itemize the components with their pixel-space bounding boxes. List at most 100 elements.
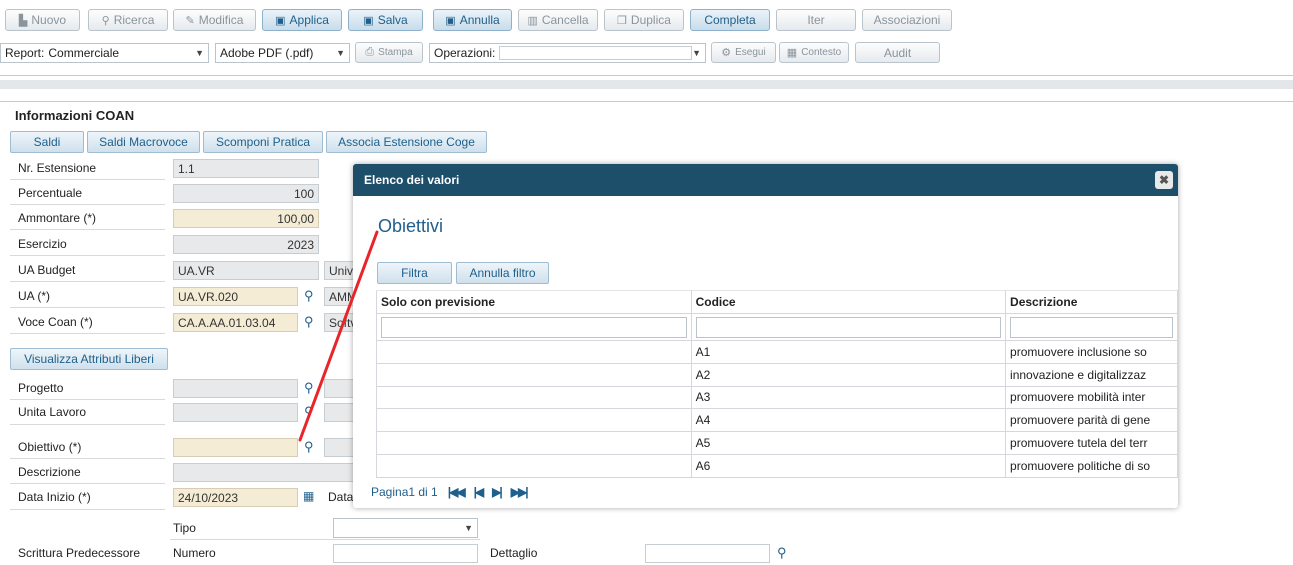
search-icon[interactable]: ⚲ [304,288,314,304]
audit-button[interactable]: Audit [855,42,940,63]
ua-budget-description: Univ [324,261,354,280]
divider [10,399,165,400]
ua-description: AMM [324,287,354,306]
iter-button[interactable]: Iter [776,9,856,31]
pager: Pagina1 di 1 |◀◀ |◀ ▶| ▶▶| [371,485,529,499]
data-next-label: Data [328,490,354,504]
column-header[interactable]: Solo con previsione [376,290,692,314]
save-button[interactable]: ▣ Salva [348,9,423,31]
divider [10,229,165,230]
tab-scomponi-pratica[interactable]: Scomponi Pratica [203,131,323,153]
percentuale-label: Percentuale [18,186,83,200]
obiettivo-field[interactable] [173,438,298,457]
chevron-down-icon: ▼ [195,48,204,58]
filter-codice-input[interactable] [695,316,1002,338]
chevron-down-icon: ▼ [692,48,701,58]
calendar-icon[interactable]: ▦ [303,489,314,503]
divider [10,458,165,459]
associations-button[interactable]: Associazioni [862,9,952,31]
divider [0,101,1293,102]
prev-page-icon[interactable]: |◀ [474,485,485,499]
complete-button[interactable]: Completa [690,9,770,31]
undo-button[interactable]: ▣ Annulla [433,9,512,31]
tab-saldi[interactable]: Saldi [10,131,84,153]
data-inizio-label: Data Inizio (*) [18,490,91,504]
file-icon: ▙ [18,14,28,27]
print-button[interactable]: ⎙ Stampa [355,42,423,63]
table-row[interactable]: A2 innovazione e digitalizzaz [376,362,1178,387]
divider [0,75,1293,76]
tab-saldi-macrovoce[interactable]: Saldi Macrovoce [87,131,200,153]
data-inizio-field[interactable]: 24/10/2023 [173,488,298,507]
edit-button[interactable]: ✎ Modifica [173,9,256,31]
numero-field[interactable] [333,544,478,563]
visualizza-attributi-button[interactable]: Visualizza Attributi Liberi [10,348,168,370]
run-button[interactable]: ⚙ Esegui [711,42,776,63]
printer-icon: ⎙ [365,46,375,58]
collapsed-panel-bar[interactable] [0,80,1293,89]
save-cancel-icon: ▣ [445,14,456,27]
filter-previsione-input[interactable] [381,316,687,338]
numero-label: Numero [173,546,216,560]
dettaglio-field[interactable] [645,544,770,563]
divider [10,424,165,425]
context-button[interactable]: ▦ Contesto [779,42,849,63]
search-icon[interactable]: ⚲ [304,404,314,420]
divider [170,539,480,540]
search-icon: ⚲ [101,14,110,27]
esercizio-label: Esercizio [18,237,67,251]
new-button[interactable]: ▙ Nuovo [5,9,80,31]
table-row[interactable]: A5 promuovere tutela del terr [376,431,1178,455]
ammontare-label: Ammontare (*) [18,211,97,225]
pencil-icon: ✎ [185,14,195,27]
progetto-field[interactable] [173,379,298,398]
column-header[interactable]: Descrizione [1005,290,1178,314]
ua-label: UA (*) [18,289,51,303]
duplicate-button[interactable]: ❐ Duplica [604,9,684,31]
tipo-select[interactable]: ▼ [333,518,478,538]
search-icon[interactable]: ⚲ [777,545,787,561]
next-page-icon[interactable]: ▶| [492,485,503,499]
apply-button[interactable]: ▣ Applica [262,9,342,31]
ua-budget-label: UA Budget [18,263,76,277]
nr-estensione-field[interactable]: 1.1 [173,159,319,178]
search-icon[interactable]: ⚲ [304,380,314,396]
section-title: Informazioni COAN [15,108,135,123]
voce-coan-field[interactable]: CA.A.AA.01.03.04 [173,313,298,332]
ua-budget-field[interactable]: UA.VR [173,261,319,280]
table-row[interactable]: A6 promuovere politiche di so [376,453,1178,478]
operations-select[interactable]: Operazioni: ▼ [429,43,706,63]
chevron-down-icon: ▼ [464,523,473,533]
clear-filter-button[interactable]: Annulla filtro [456,262,549,284]
copy-icon: ❐ [617,14,627,27]
tab-associa-estensione-coge[interactable]: Associa Estensione Coge [326,131,487,153]
format-select[interactable]: Adobe PDF (.pdf) ▼ [215,43,350,63]
dettaglio-label: Dettaglio [490,546,538,560]
divider [10,179,165,180]
delete-button[interactable]: ▥ Cancella [518,9,598,31]
search-icon[interactable]: ⚲ [304,314,314,330]
percentuale-field[interactable]: 100 [173,184,319,203]
progetto-description [324,379,354,398]
close-icon[interactable]: ✖ [1155,171,1173,189]
ammontare-field[interactable]: 100,00 [173,209,319,228]
filter-descrizione-input[interactable] [1010,316,1173,338]
table-row[interactable]: A4 promuovere parità di gene [376,408,1178,433]
sitemap-icon: ▦ [786,47,798,59]
column-header[interactable]: Codice [690,290,1007,314]
unita-lavoro-field[interactable] [173,403,298,422]
table-row[interactable]: A1 promuovere inclusione so [376,340,1178,364]
search-button[interactable]: ⚲ Ricerca [88,9,168,31]
save-check-icon: ▣ [363,14,374,27]
report-select[interactable]: Report: Commerciale ▼ [0,43,209,63]
table-row[interactable]: A3 promuovere mobilità inter [376,385,1178,410]
last-page-icon[interactable]: ▶▶| [511,485,529,499]
search-icon[interactable]: ⚲ [304,439,314,455]
filter-button[interactable]: Filtra [377,262,452,284]
ua-field[interactable]: UA.VR.020 [173,287,298,306]
first-page-icon[interactable]: |◀◀ [448,485,466,499]
esercizio-field[interactable]: 2023 [173,235,319,254]
descrizione-field[interactable] [173,463,354,482]
scrittura-label: Scrittura Predecessore [18,546,141,560]
divider [10,255,165,256]
